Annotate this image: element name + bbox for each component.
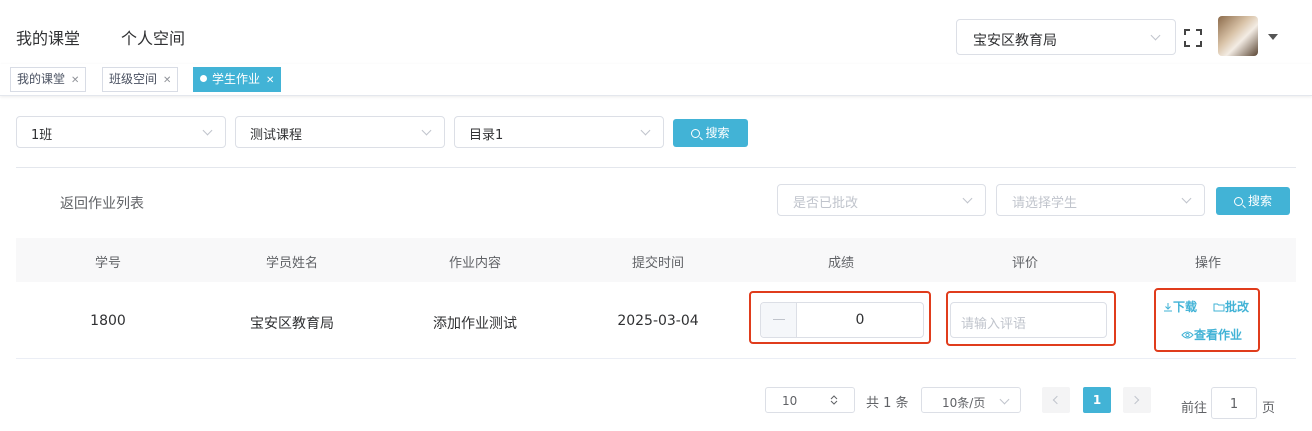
reviewed-status-placeholder: 是否已批改 xyxy=(793,196,859,211)
page-size-select[interactable]: 10条/页 xyxy=(921,387,1021,413)
nav-my-classroom[interactable]: 我的课堂 xyxy=(16,25,80,49)
next-page-button[interactable] xyxy=(1123,387,1151,413)
catalog-select-value: 目录1 xyxy=(469,128,504,143)
column-header-comment: 评价 xyxy=(1011,256,1039,271)
page-number-current[interactable]: 1 xyxy=(1083,387,1111,413)
column-header-score: 成绩 xyxy=(827,256,855,271)
column-header-id: 学号 xyxy=(94,256,122,271)
avatar[interactable] xyxy=(1218,16,1258,56)
close-icon[interactable]: ✕ xyxy=(266,75,274,86)
search-icon xyxy=(1233,197,1243,206)
chevron-down-icon xyxy=(999,394,1010,405)
goto-page-value: 1 xyxy=(1229,397,1239,412)
course-select-value: 测试课程 xyxy=(250,128,303,143)
cell-student-name: 宝安区教育局 xyxy=(250,316,334,332)
spinner-icon[interactable] xyxy=(830,394,838,406)
reviewed-status-select[interactable]: 是否已批改 xyxy=(777,184,986,216)
student-select-placeholder: 请选择学生 xyxy=(1012,196,1078,211)
search-icon xyxy=(691,129,701,138)
search-button-label: 搜索 xyxy=(705,126,730,140)
catalog-select[interactable]: 目录1 xyxy=(454,116,664,148)
tag-my-classroom[interactable]: 我的课堂 ✕ xyxy=(10,67,87,92)
org-select[interactable]: 宝安区教育局 xyxy=(956,19,1176,55)
goto-prefix: 前往 xyxy=(1181,401,1208,416)
tag-class-space[interactable]: 班级空间 ✕ xyxy=(102,67,179,92)
chevron-left-icon xyxy=(1052,395,1062,405)
actions-highlight-box xyxy=(1154,288,1260,352)
chevron-down-icon xyxy=(202,125,213,136)
top-navbar: 我的课堂 个人空间 宝安区教育局 xyxy=(0,0,1312,64)
page-size-select-value: 10条/页 xyxy=(942,396,986,410)
cell-homework-content: 添加作业测试 xyxy=(433,316,517,332)
active-dot-icon xyxy=(200,75,207,82)
cell-student-id: 1800 xyxy=(90,313,126,329)
chevron-down-icon xyxy=(640,125,651,136)
score-highlight-box xyxy=(749,291,931,344)
caret-down-icon[interactable] xyxy=(1268,34,1278,40)
page-size-input-value: 10 xyxy=(782,394,798,408)
tag-label: 班级空间 xyxy=(109,72,158,86)
column-header-time: 提交时间 xyxy=(631,256,685,271)
search-button-label: 搜索 xyxy=(1247,194,1272,208)
fullscreen-icon[interactable] xyxy=(1183,28,1203,48)
chevron-right-icon xyxy=(1130,395,1140,405)
close-icon[interactable]: ✕ xyxy=(163,75,171,86)
tag-student-homework[interactable]: 学生作业 ✕ xyxy=(193,67,282,92)
class-select-value: 1班 xyxy=(31,128,53,143)
page-size-input[interactable]: 10 xyxy=(765,387,855,413)
org-select-value: 宝安区教育局 xyxy=(973,33,1057,49)
column-header-name: 学员姓名 xyxy=(265,256,319,271)
chevron-down-icon xyxy=(962,193,973,204)
student-select[interactable]: 请选择学生 xyxy=(996,184,1205,216)
tag-label: 学生作业 xyxy=(212,72,261,86)
nav-personal-space[interactable]: 个人空间 xyxy=(121,25,185,49)
column-header-actions: 操作 xyxy=(1194,256,1222,271)
comment-highlight-box xyxy=(946,291,1116,346)
back-to-homework-list-link[interactable]: 返回作业列表 xyxy=(60,193,144,213)
goto-suffix: 页 xyxy=(1262,401,1276,416)
class-select[interactable]: 1班 xyxy=(16,116,226,148)
close-icon[interactable]: ✕ xyxy=(71,75,79,86)
chevron-down-icon xyxy=(1181,193,1192,204)
course-select[interactable]: 测试课程 xyxy=(235,116,445,148)
search-button[interactable]: 搜索 xyxy=(673,119,748,147)
section-divider xyxy=(16,167,1296,168)
column-header-content: 作业内容 xyxy=(448,256,502,271)
prev-page-button[interactable] xyxy=(1042,387,1070,413)
goto-page-input[interactable]: 1 xyxy=(1211,387,1257,419)
tag-label: 我的课堂 xyxy=(17,72,66,86)
chevron-down-icon xyxy=(1150,30,1161,41)
tags-view-bar: 我的课堂 ✕ 班级空间 ✕ 学生作业 ✕ xyxy=(0,64,1312,96)
total-count: 共 1 条 xyxy=(866,396,909,411)
chevron-down-icon xyxy=(421,125,432,136)
table-header: 学号 学员姓名 作业内容 提交时间 成绩 评价 操作 xyxy=(16,238,1296,282)
cell-submit-time: 2025-03-04 xyxy=(617,313,699,329)
list-search-button[interactable]: 搜索 xyxy=(1216,187,1290,215)
